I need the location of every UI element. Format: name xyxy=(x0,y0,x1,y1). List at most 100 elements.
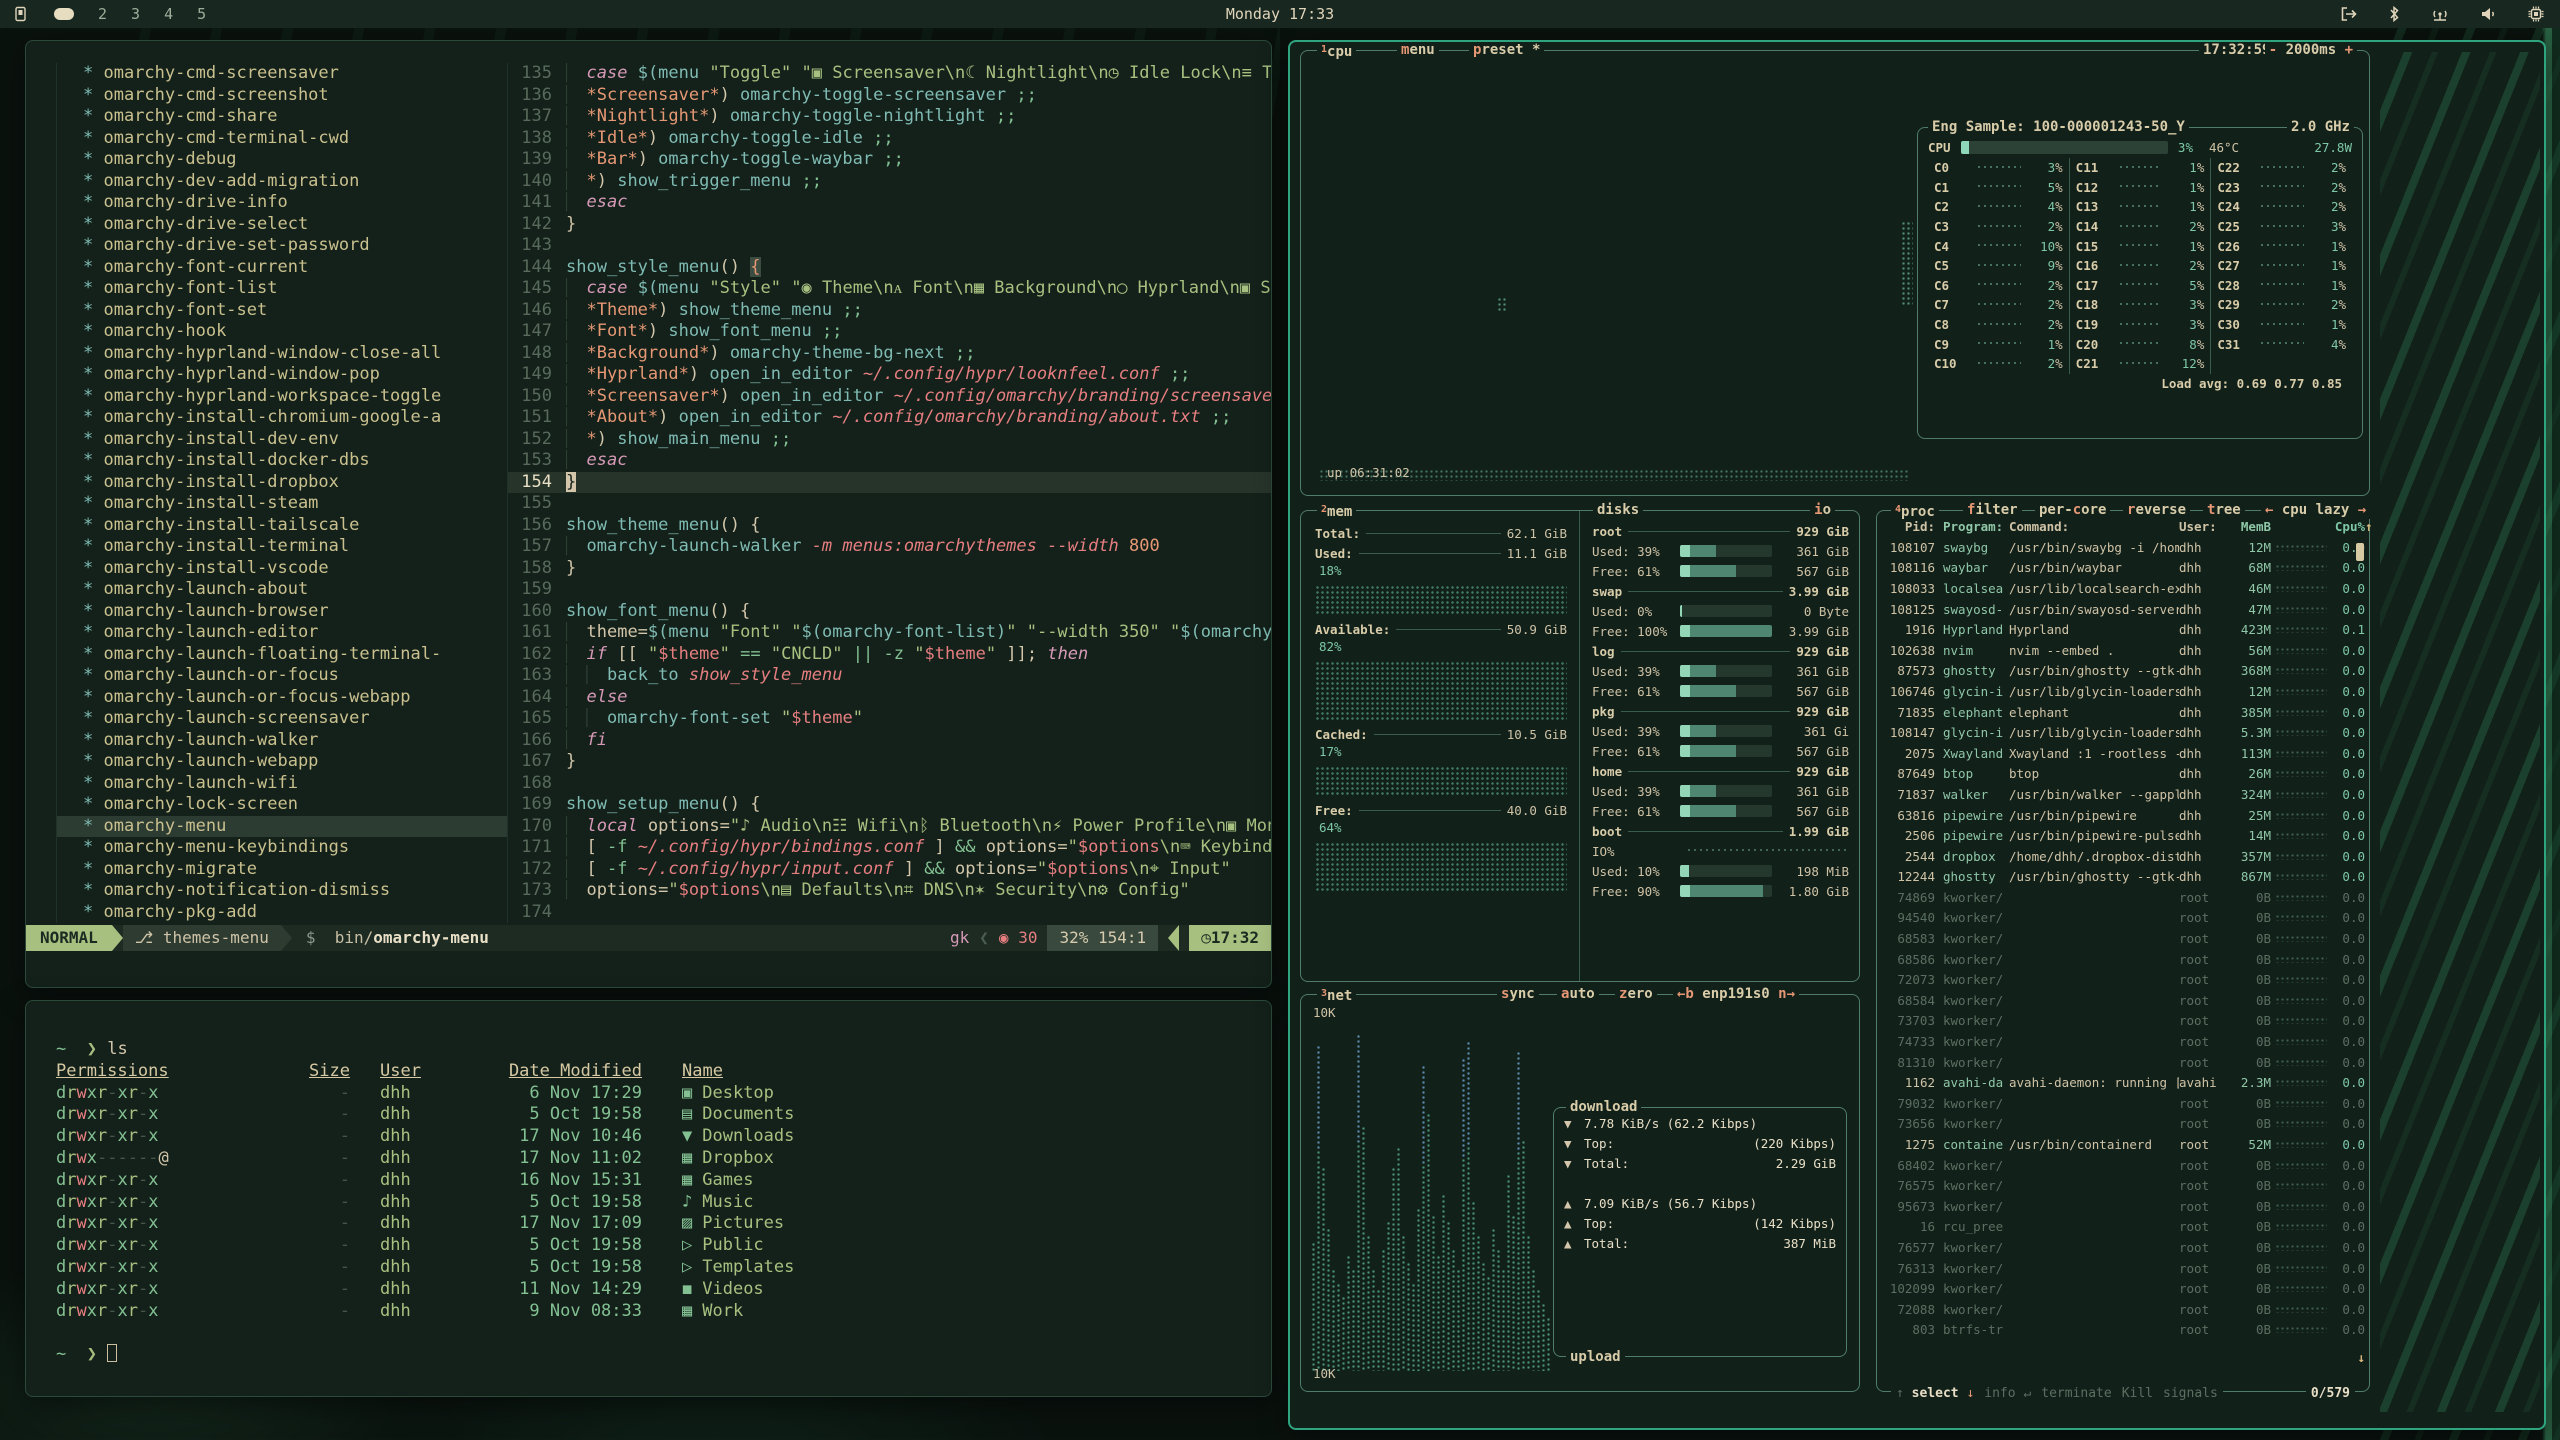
file-list-item[interactable]: * omarchy-pkg-add xyxy=(56,902,508,924)
code-line[interactable]: ▏ *Hyprland*) open_in_editor ~/.config/h… xyxy=(566,364,1271,386)
file-list-item[interactable]: * omarchy-launch-screensaver xyxy=(56,708,508,730)
info-control[interactable]: info ↵ xyxy=(1979,1386,2036,1401)
code-line[interactable]: ▏ *About*) open_in_editor ~/.config/omar… xyxy=(566,407,1271,429)
process-row[interactable]: 87573ghostty/usr/bin/ghostty --gtk-dhh36… xyxy=(1883,661,2363,682)
process-row[interactable]: 1275containe/usr/bin/containerdroot52M0.… xyxy=(1883,1134,2363,1155)
code-line[interactable]: ▏ esac xyxy=(566,192,1271,214)
process-row[interactable]: 79032kworker/root0B0.0 xyxy=(1883,1093,2363,1114)
list-item[interactable]: drwxr-xr-x-dhh16 Nov 15:31▦Games xyxy=(56,1170,1271,1192)
code-line[interactable]: } xyxy=(566,472,1271,494)
screen-recorder-icon[interactable] xyxy=(14,6,30,22)
shell-prompt-active[interactable]: ~ ❯ xyxy=(56,1344,1271,1366)
signals-control[interactable]: signals xyxy=(2158,1386,2223,1401)
bluetooth-icon[interactable] xyxy=(2388,6,2400,22)
shell-output[interactable]: ~ ❯ lsPermissionsSizeUserDate ModifiedNa… xyxy=(26,1001,1271,1366)
process-row[interactable]: 81310kworker/root0B0.0 xyxy=(1883,1052,2363,1073)
logout-icon[interactable] xyxy=(2340,6,2358,22)
preset-button[interactable]: preset * xyxy=(1469,41,1544,59)
file-list-item[interactable]: * omarchy-menu-keybindings xyxy=(56,837,508,859)
proc-scrollbar-thumb[interactable] xyxy=(2356,543,2364,561)
update-interval-control[interactable]: - 2000ms + xyxy=(2265,41,2357,59)
process-row[interactable]: 68586kworker/root0B0.0 xyxy=(1883,949,2363,970)
process-row[interactable]: 108033localsea/usr/lib/localsearch-exdhh… xyxy=(1883,578,2363,599)
process-row[interactable]: 72088kworker/root0B0.0 xyxy=(1883,1299,2363,1320)
select-control[interactable]: ↑ select ↓ xyxy=(1891,1386,1979,1401)
code-line[interactable]: ▏ case $(menu "Toggle" "▣ Screensaver\n☾… xyxy=(566,63,1271,85)
wifi-hotspot-icon[interactable] xyxy=(2430,6,2450,22)
editor-terminal-window[interactable]: * omarchy-cmd-screensaver135▏ case $(men… xyxy=(25,40,1272,988)
file-list-item-selected[interactable]: * omarchy-menu xyxy=(56,816,508,838)
file-list-item[interactable]: * omarchy-cmd-share xyxy=(56,106,508,128)
proc-filter-button[interactable]: filter xyxy=(1963,501,2022,519)
list-item[interactable]: drwx------@-dhh17 Nov 11:02▦Dropbox xyxy=(56,1148,1271,1170)
menu-button[interactable]: menu xyxy=(1397,41,1439,59)
process-row[interactable]: 2075XwaylandXwayland :1 -rootless -dhh11… xyxy=(1883,743,2363,764)
code-line[interactable]: ▏ *Idle*) omarchy-toggle-idle ;; xyxy=(566,128,1271,150)
code-line[interactable]: ▏ [ -f ~/.config/hypr/bindings.conf ] &&… xyxy=(566,837,1271,859)
file-list-item[interactable]: * omarchy-install-vscode xyxy=(56,558,508,580)
process-row[interactable]: 95673kworker/root0B0.0 xyxy=(1883,1196,2363,1217)
file-list-item[interactable]: * omarchy-notification-dismiss xyxy=(56,880,508,902)
code-line[interactable]: ▏ *) show_trigger_menu ;; xyxy=(566,171,1271,193)
file-list-item[interactable]: * omarchy-cmd-screenshot xyxy=(56,85,508,107)
process-row[interactable]: 73703kworker/root0B0.0 xyxy=(1883,1011,2363,1032)
file-list-item[interactable]: * omarchy-drive-select xyxy=(56,214,508,236)
process-row[interactable]: 2506pipewire/usr/bin/pipewire-pulsedhh14… xyxy=(1883,825,2363,846)
file-list-item[interactable]: * omarchy-launch-or-focus xyxy=(56,665,508,687)
code-line[interactable]: ▏ *Theme*) show_theme_menu ;; xyxy=(566,300,1271,322)
file-list-item[interactable]: * omarchy-launch-browser xyxy=(56,601,508,623)
file-list-item[interactable]: * omarchy-launch-webapp xyxy=(56,751,508,773)
proc-tree-button[interactable]: tree xyxy=(2203,501,2245,519)
process-row[interactable]: 2544dropbox/home/dhh/.dropbox-distdhh357… xyxy=(1883,846,2363,867)
proc-panel-title[interactable]: 4proc xyxy=(1891,501,1939,521)
btop-window[interactable]: 1cpu menu preset * 17:32:59 - 2000ms + E… xyxy=(1288,40,2546,1430)
list-item[interactable]: drwxr-xr-x-dhh 5 Oct 19:58♪Music xyxy=(56,1192,1271,1214)
proc-scroll-down-icon[interactable]: ↓ xyxy=(2357,1350,2365,1365)
process-table[interactable]: 108107swaybg/usr/bin/swaybg -i /homdhh12… xyxy=(1877,533,2369,1340)
code-line[interactable] xyxy=(566,902,1271,924)
code-line[interactable]: ▏ local options="♪ Audio\n☷ Wifi\nᛒ Blue… xyxy=(566,816,1271,838)
file-list-item[interactable]: * omarchy-launch-wifi xyxy=(56,773,508,795)
code-line[interactable]: ▏ ▏ omarchy-font-set "$theme" xyxy=(566,708,1271,730)
net-interface-switcher[interactable]: ←b enp191s0 n→ xyxy=(1673,985,1799,1003)
file-list-item[interactable]: * omarchy-hyprland-window-pop xyxy=(56,364,508,386)
code-line[interactable]: show_theme_menu() { xyxy=(566,515,1271,537)
process-row[interactable]: 74869kworker/root0B0.0 xyxy=(1883,887,2363,908)
file-list-item[interactable]: * omarchy-debug xyxy=(56,149,508,171)
code-line[interactable]: ▏ *Screensaver*) omarchy-toggle-screensa… xyxy=(566,85,1271,107)
process-row[interactable]: 102099kworker/root0B0.0 xyxy=(1883,1278,2363,1299)
code-line[interactable]: ▏ case $(menu "Style" "◉ Theme\nᴀ Font\n… xyxy=(566,278,1271,300)
workspace-4[interactable]: 4 xyxy=(164,5,173,23)
process-row[interactable]: 94540kworker/root0B0.0 xyxy=(1883,908,2363,929)
file-list-item[interactable]: * omarchy-install-dropbox xyxy=(56,472,508,494)
file-list-item[interactable]: * omarchy-font-list xyxy=(56,278,508,300)
process-row[interactable]: 73656kworker/root0B0.0 xyxy=(1883,1114,2363,1135)
code-line[interactable]: ▏ omarchy-launch-walker -m menus:omarchy… xyxy=(566,536,1271,558)
file-list-item[interactable]: * omarchy-install-chromium-google-a xyxy=(56,407,508,429)
code-line[interactable]: ▏ theme=$(menu "Font" "$(omarchy-font-li… xyxy=(566,622,1271,644)
net-zero-button[interactable]: zero xyxy=(1615,985,1657,1003)
process-row[interactable]: 68584kworker/root0B0.0 xyxy=(1883,990,2363,1011)
code-line[interactable]: ▏ esac xyxy=(566,450,1271,472)
file-list-item[interactable]: * omarchy-font-set xyxy=(56,300,508,322)
process-row[interactable]: 68583kworker/root0B0.0 xyxy=(1883,928,2363,949)
kill-control[interactable]: Kill xyxy=(2117,1386,2158,1401)
net-sync-button[interactable]: sync xyxy=(1497,985,1539,1003)
process-row[interactable]: 74733kworker/root0B0.0 xyxy=(1883,1031,2363,1052)
code-line[interactable]: ▏ *) show_main_menu ;; xyxy=(566,429,1271,451)
process-row[interactable]: 106746glycin-i/usr/lib/glycin-loadersdhh… xyxy=(1883,681,2363,702)
code-line[interactable]: ▏ options="$options\n▤ Defaults\n⌗ DNS\n… xyxy=(566,880,1271,902)
file-list-item[interactable]: * omarchy-launch-about xyxy=(56,579,508,601)
workspace-3[interactable]: 3 xyxy=(131,5,140,23)
terminate-control[interactable]: terminate xyxy=(2036,1386,2116,1401)
file-list-item[interactable]: * omarchy-lock-screen xyxy=(56,794,508,816)
process-row[interactable]: 71837walker/usr/bin/walker --gappldhh324… xyxy=(1883,784,2363,805)
process-row[interactable]: 1162avahi-daavahi-daemon: running [avahi… xyxy=(1883,1072,2363,1093)
net-auto-button[interactable]: auto xyxy=(1557,985,1599,1003)
proc-sort-selector[interactable]: ← cpu lazy → xyxy=(2261,501,2370,519)
list-item[interactable]: drwxr-xr-x-dhh 5 Oct 19:58▷Public xyxy=(56,1235,1271,1257)
process-row[interactable]: 16rcu_preeroot0B0.0 xyxy=(1883,1217,2363,1238)
process-row[interactable]: 102638nvimnvim --embed .dhh56M0.0 xyxy=(1883,640,2363,661)
process-row[interactable]: 108125swayosd-/usr/bin/swayosd-serverdhh… xyxy=(1883,599,2363,620)
file-list-item[interactable]: * omarchy-install-dev-env xyxy=(56,429,508,451)
